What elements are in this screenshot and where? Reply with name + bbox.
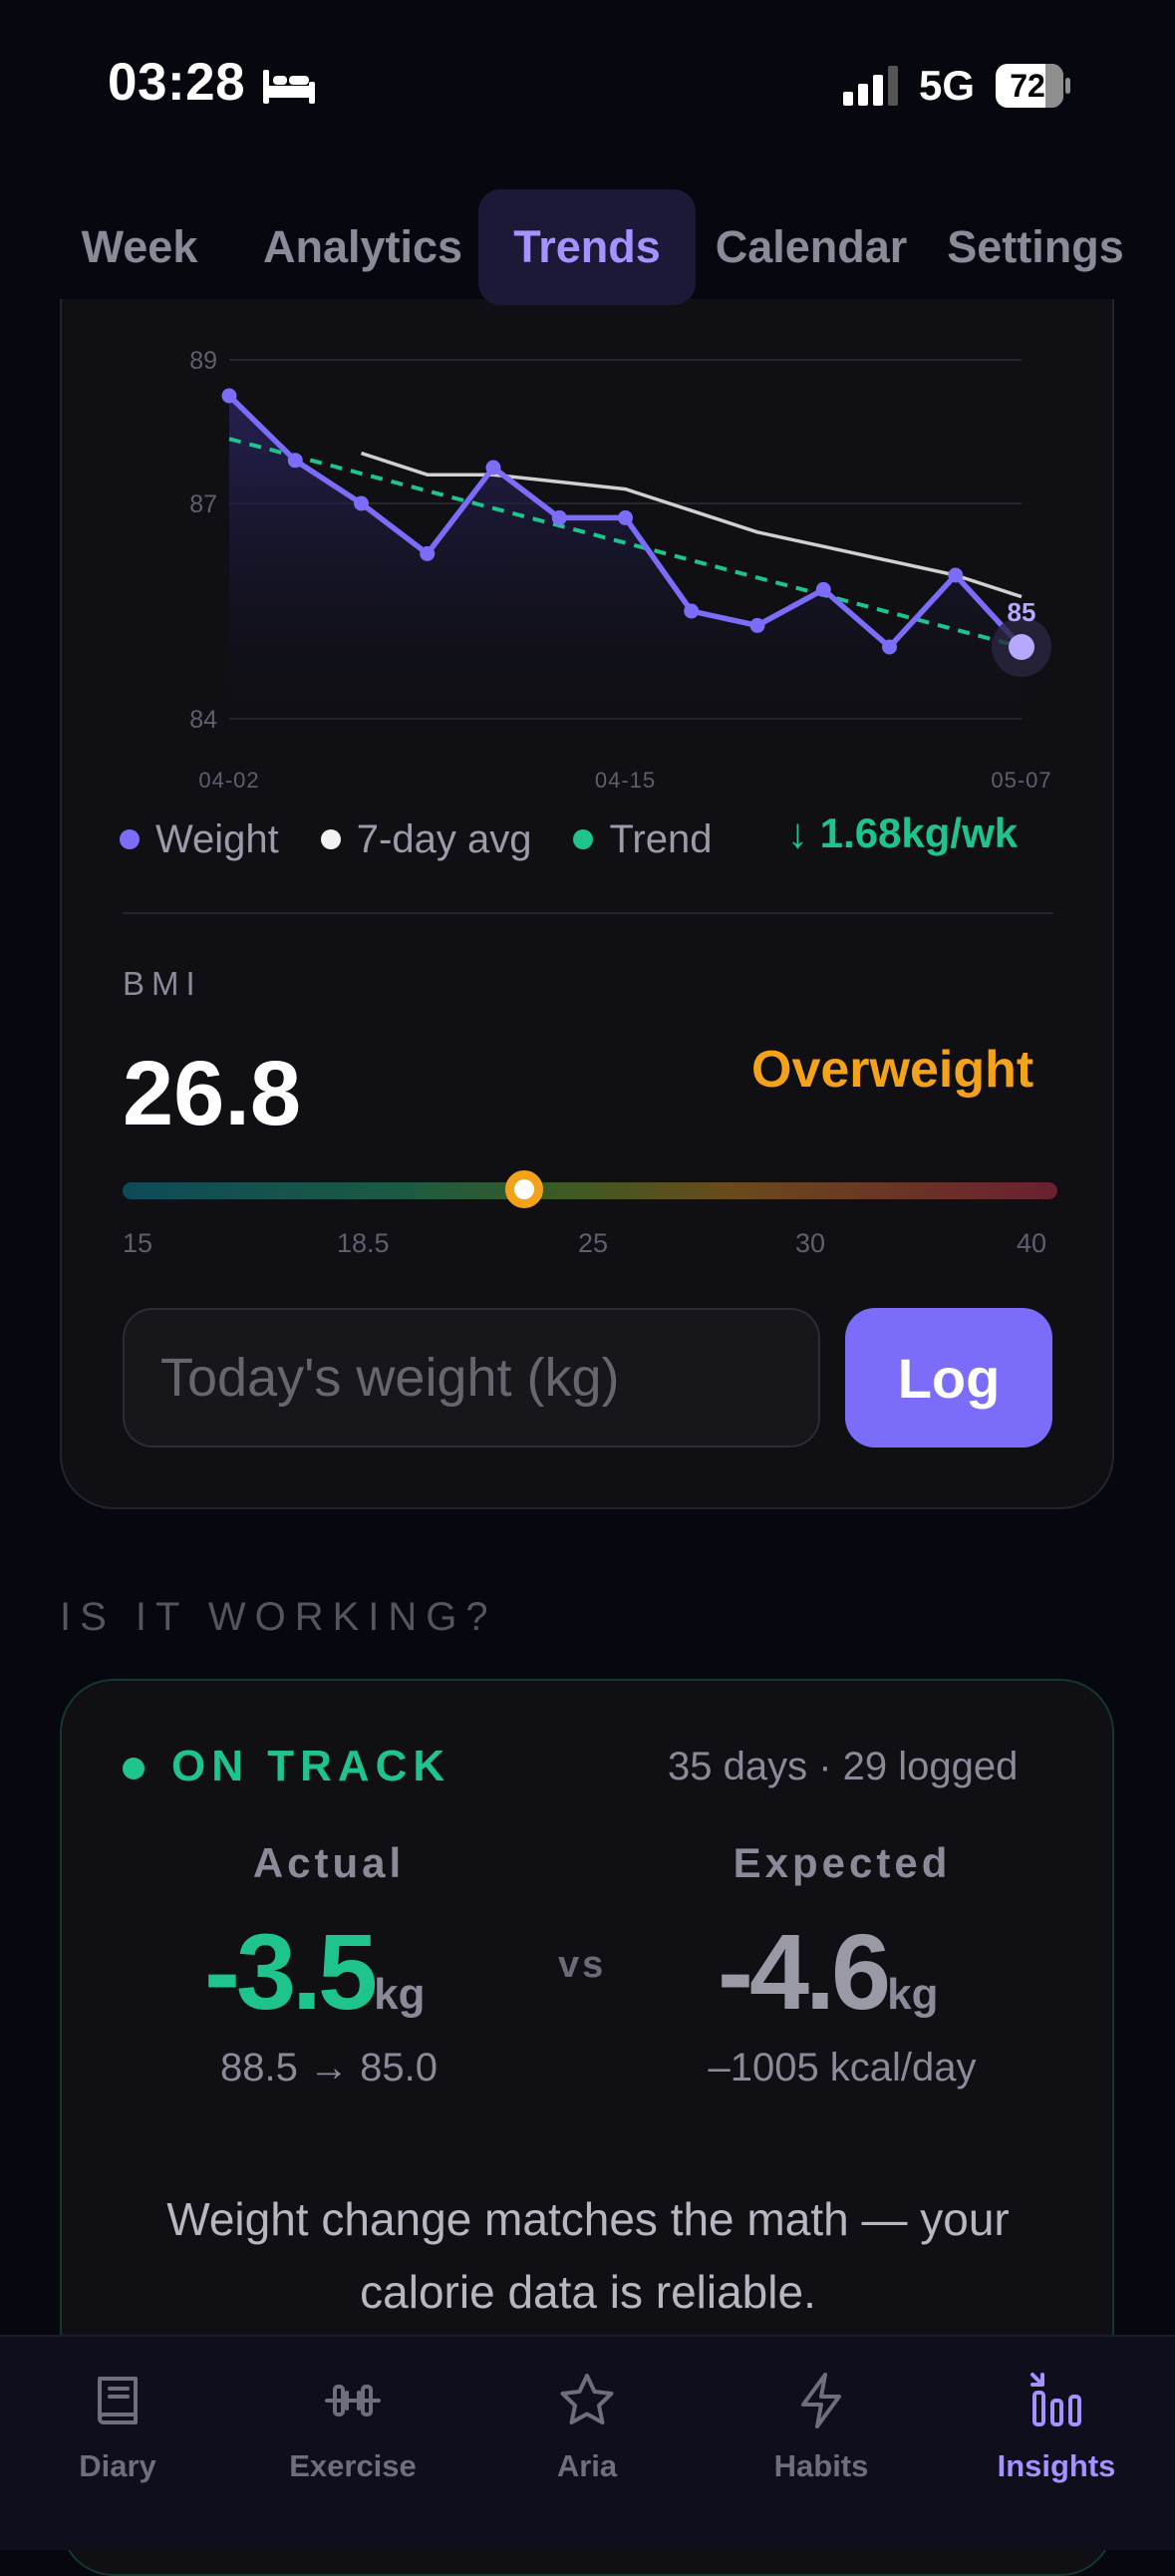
- weight-point-2: [354, 495, 369, 511]
- actual-change-value: -3.5: [204, 1911, 378, 2032]
- bmi-tick-30: 30: [795, 1228, 826, 1258]
- weight-chart: 89 87 84 04-02 04-15 05-07 85: [189, 347, 1051, 793]
- tab-week[interactable]: Week: [60, 189, 219, 305]
- nav-insights-label: Insights: [997, 2448, 1116, 2483]
- tab-settings[interactable]: Settings: [933, 189, 1138, 305]
- nav-aria-label: Aria: [556, 2448, 618, 2483]
- bmi-tick-15: 15: [123, 1228, 153, 1258]
- tab-analytics[interactable]: Analytics: [261, 189, 464, 305]
- bmi-value: 26.8: [123, 1043, 302, 1144]
- actual-change: -3.5kg: [204, 1909, 425, 2034]
- legend-avg-dot: [320, 829, 341, 849]
- bmi-category: Overweight: [751, 1041, 1034, 1099]
- bottom-nav: Diary Exercise Aria Habits Insights: [0, 2335, 1175, 2550]
- legend-avg: 7-day avg: [320, 816, 532, 862]
- legend-weight-dot: [120, 829, 140, 849]
- weight-point-10: [882, 639, 897, 655]
- bmi-tick-25: 25: [578, 1228, 609, 1258]
- bmi-label: BMI: [123, 965, 202, 1002]
- weight-point-11: [948, 567, 964, 583]
- verdict-message: Weight change matches the math — your ca…: [166, 2193, 1010, 2318]
- nav-diary[interactable]: Diary: [0, 2337, 235, 2550]
- legend-trend-dot: [573, 829, 594, 849]
- tab-trends[interactable]: Trends: [478, 189, 696, 305]
- x-tick-label-04-15: 04-15: [595, 768, 656, 793]
- status-dot: [123, 1758, 145, 1779]
- dumbbell-icon: [325, 2385, 381, 2416]
- weight-point-7: [684, 603, 700, 619]
- legend-trend-label: Trend: [609, 816, 713, 861]
- status-badge: ON TRACK: [171, 1742, 451, 1790]
- book-icon: [98, 2377, 138, 2424]
- nav-habits-label: Habits: [773, 2448, 869, 2483]
- weight-input[interactable]: [123, 1308, 820, 1448]
- x-tick-label-05-07: 05-07: [991, 768, 1051, 793]
- y-tick-label-89: 89: [189, 347, 217, 375]
- weight-area: [229, 396, 1022, 719]
- top-tabs: Week Analytics Trends Calendar Settings: [0, 189, 1175, 309]
- legend-avg-label: 7-day avg: [356, 816, 532, 861]
- bmi-scale-bar: [123, 1182, 1057, 1199]
- bar-chart-icon: [1030, 2373, 1081, 2426]
- weight-point-8: [749, 617, 765, 633]
- legend-weight-label: Weight: [155, 816, 279, 861]
- weight-point-6: [618, 509, 633, 525]
- nav-diary-label: Diary: [79, 2448, 156, 2483]
- weight-point-4: [485, 460, 501, 476]
- x-tick-label-04-02: 04-02: [198, 768, 259, 793]
- actual-label: Actual: [252, 1839, 406, 1886]
- lightning-icon: [801, 2373, 841, 2428]
- y-tick-label-84: 84: [189, 706, 217, 734]
- weight-point-12: [1009, 634, 1034, 660]
- divider: [123, 912, 1053, 914]
- actual-range: 88.5 → 85.0: [220, 2046, 438, 2090]
- bmi-tick-18-5: 18.5: [337, 1228, 390, 1258]
- expected-label: Expected: [733, 1839, 952, 1886]
- nav-exercise[interactable]: Exercise: [235, 2337, 470, 2550]
- days-logged: 35 days · 29 logged: [668, 1745, 1019, 1788]
- trend-rate: ↓ 1.68kg/wk: [787, 809, 1019, 856]
- weight-point-9: [815, 581, 831, 597]
- section-heading: IS IT WORKING?: [60, 1595, 497, 1639]
- weight-point-3: [420, 545, 436, 561]
- weight-point-5: [551, 509, 567, 525]
- star-icon: [560, 2374, 614, 2424]
- expected-change-unit: kg: [887, 1970, 939, 2019]
- bmi-tick-40: 40: [1017, 1228, 1047, 1258]
- expected-change-value: -4.6: [718, 1911, 891, 2032]
- vs-label: vs: [558, 1944, 607, 1986]
- log-button[interactable]: Log: [845, 1308, 1052, 1448]
- y-tick-label-87: 87: [189, 490, 217, 518]
- legend-trend: Trend: [573, 817, 712, 862]
- nav-aria[interactable]: Aria: [469, 2337, 705, 2550]
- expected-deficit: –1005 kcal/day: [708, 2046, 977, 2090]
- nav-insights[interactable]: Insights: [939, 2337, 1174, 2550]
- weight-point-1: [287, 453, 303, 469]
- nav-exercise-label: Exercise: [289, 2448, 417, 2483]
- actual-change-unit: kg: [374, 1970, 426, 2019]
- weight-point-0: [221, 388, 237, 404]
- chart-legend: Weight 7-day avg Trend: [120, 807, 753, 871]
- expected-change: -4.6kg: [718, 1909, 938, 2034]
- legend-weight: Weight: [120, 817, 279, 862]
- tab-calendar[interactable]: Calendar: [710, 189, 913, 305]
- end-value-label: 85: [1008, 597, 1036, 627]
- nav-habits[interactable]: Habits: [704, 2337, 939, 2550]
